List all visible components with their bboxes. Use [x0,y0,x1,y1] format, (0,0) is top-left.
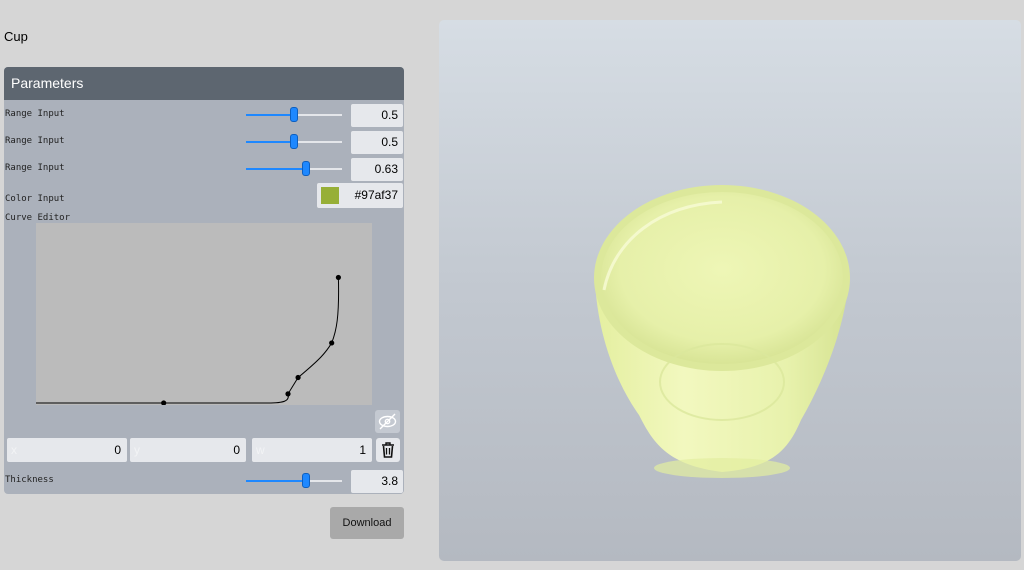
range-input-label: Range Input [5,163,65,173]
range-input-row-2: Range Input 0.5 [4,130,404,154]
delete-point-button[interactable] [376,438,400,462]
parameters-panel: Parameters Range Input 0.5 Range Input 0… [4,67,404,494]
range-slider-2[interactable] [246,134,342,150]
3d-viewport[interactable] [439,20,1021,561]
curve-control-point[interactable] [335,274,341,281]
cup-model [594,185,850,478]
thickness-value-field[interactable]: 3.8 [351,470,403,493]
range-input-row-3: Range Input 0.63 [4,157,404,181]
app-title: Cup [4,29,28,44]
range-value-field-2[interactable]: 0.5 [351,131,403,154]
trash-icon [382,442,394,458]
slider-thumb[interactable] [290,107,298,122]
range-value-field-1[interactable]: 0.5 [351,104,403,127]
curve-background [36,223,372,405]
eye-off-icon [378,413,397,430]
range-input-row-1: Range Input 0.5 [4,103,404,127]
curve-x-field[interactable]: x 0 [7,438,127,462]
x-value[interactable]: 0 [114,438,121,462]
w-placeholder: w [256,443,265,457]
y-value[interactable]: 0 [233,438,240,462]
color-input-label: Color Input [5,194,65,204]
color-hex-value[interactable]: #97af37 [355,183,398,208]
curve-control-point[interactable] [329,340,335,346]
curve-control-point[interactable] [295,374,301,381]
y-placeholder: y [134,443,140,457]
color-swatch[interactable] [321,187,339,204]
range-slider-1[interactable] [246,107,342,123]
slider-thumb[interactable] [290,134,298,149]
range-input-label: Range Input [5,109,65,119]
curve-y-field[interactable]: y 0 [130,438,246,462]
range-input-label: Range Input [5,136,65,146]
color-input[interactable]: #97af37 [317,183,403,208]
thickness-label: Thickness [5,475,54,485]
toggle-visibility-button[interactable] [375,410,400,433]
range-value-field-3[interactable]: 0.63 [351,158,403,181]
curve-w-field[interactable]: w 1 [252,438,372,462]
x-placeholder: x [11,443,17,457]
download-button[interactable]: Download [330,507,404,539]
slider-thumb[interactable] [302,161,311,176]
w-value[interactable]: 1 [359,438,366,462]
curve-editor-canvas[interactable] [36,223,372,405]
slider-thumb[interactable] [301,473,310,488]
range-slider-3[interactable] [246,161,342,177]
curve-control-point[interactable] [285,391,291,397]
thickness-slider[interactable] [246,473,342,489]
curve-editor-label: Curve Editor [5,213,71,223]
thickness-row: Thickness 3.8 [4,469,404,493]
panel-header: Parameters [4,67,404,100]
